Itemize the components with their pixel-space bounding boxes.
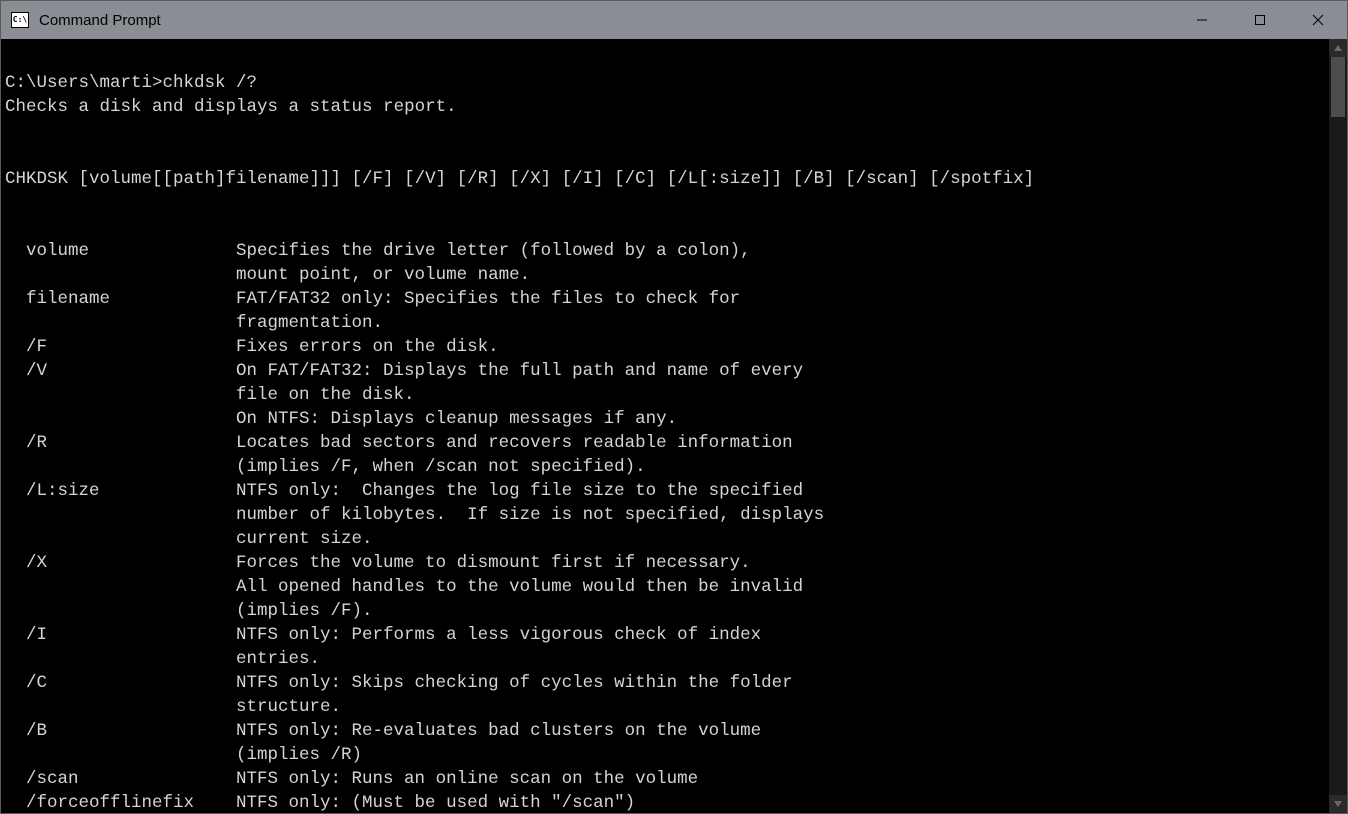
option-row: fragmentation. <box>5 311 1329 335</box>
maximize-button[interactable] <box>1231 1 1289 39</box>
option-desc: NTFS only: Skips checking of cycles with… <box>236 671 1329 695</box>
prompt-line: C:\Users\marti>chkdsk /? <box>5 73 257 93</box>
cmd-icon: C:\ <box>11 12 29 28</box>
option-key: /forceofflinefix <box>5 791 236 813</box>
syntax-line: CHKDSK [volume[[path]filename]]] [/F] [/… <box>5 169 1034 189</box>
option-desc: (implies /R) <box>236 743 1329 767</box>
option-row: entries. <box>5 647 1329 671</box>
option-desc: FAT/FAT32 only: Specifies the files to c… <box>236 287 1329 311</box>
option-row: /FFixes errors on the disk. <box>5 335 1329 359</box>
option-key: volume <box>5 239 236 263</box>
option-row: mount point, or volume name. <box>5 263 1329 287</box>
option-key <box>5 695 236 719</box>
option-desc: file on the disk. <box>236 383 1329 407</box>
minimize-button[interactable] <box>1173 1 1231 39</box>
summary-line: Checks a disk and displays a status repo… <box>5 97 457 117</box>
option-desc: Locates bad sectors and recovers readabl… <box>236 431 1329 455</box>
option-desc: On FAT/FAT32: Displays the full path and… <box>236 359 1329 383</box>
options-list: volumeSpecifies the drive letter (follow… <box>5 239 1329 813</box>
window-title: Command Prompt <box>39 12 1173 29</box>
option-row: structure. <box>5 695 1329 719</box>
option-row: volumeSpecifies the drive letter (follow… <box>5 239 1329 263</box>
option-key: filename <box>5 287 236 311</box>
option-desc: mount point, or volume name. <box>236 263 1329 287</box>
option-key <box>5 575 236 599</box>
terminal-output[interactable]: C:\Users\marti>chkdsk /? Checks a disk a… <box>1 39 1329 813</box>
scroll-up-arrow-icon[interactable] <box>1329 39 1347 57</box>
option-key: /I <box>5 623 236 647</box>
option-desc: NTFS only: Changes the log file size to … <box>236 479 1329 503</box>
option-key <box>5 527 236 551</box>
option-row: /BNTFS only: Re-evaluates bad clusters o… <box>5 719 1329 743</box>
titlebar[interactable]: C:\ Command Prompt <box>1 1 1347 39</box>
option-row: /VOn FAT/FAT32: Displays the full path a… <box>5 359 1329 383</box>
option-row: (implies /R) <box>5 743 1329 767</box>
option-desc: On NTFS: Displays cleanup messages if an… <box>236 407 1329 431</box>
option-row: /INTFS only: Performs a less vigorous ch… <box>5 623 1329 647</box>
option-desc: Fixes errors on the disk. <box>236 335 1329 359</box>
option-desc: number of kilobytes. If size is not spec… <box>236 503 1329 527</box>
option-desc: structure. <box>236 695 1329 719</box>
option-key <box>5 311 236 335</box>
close-button[interactable] <box>1289 1 1347 39</box>
option-key <box>5 455 236 479</box>
option-key: /F <box>5 335 236 359</box>
option-key <box>5 503 236 527</box>
option-row: number of kilobytes. If size is not spec… <box>5 503 1329 527</box>
option-row: /scanNTFS only: Runs an online scan on t… <box>5 767 1329 791</box>
client-area: C:\Users\marti>chkdsk /? Checks a disk a… <box>1 39 1347 813</box>
option-key <box>5 599 236 623</box>
option-row: file on the disk. <box>5 383 1329 407</box>
option-key: /V <box>5 359 236 383</box>
command-prompt-window: C:\ Command Prompt C:\Users\marti>chkdsk… <box>0 0 1348 814</box>
option-row: All opened handles to the volume would t… <box>5 575 1329 599</box>
option-key: /X <box>5 551 236 575</box>
option-key <box>5 407 236 431</box>
window-controls <box>1173 1 1347 39</box>
option-desc: NTFS only: Re-evaluates bad clusters on … <box>236 719 1329 743</box>
option-row: (implies /F, when /scan not specified). <box>5 455 1329 479</box>
option-row: On NTFS: Displays cleanup messages if an… <box>5 407 1329 431</box>
option-desc: Forces the volume to dismount first if n… <box>236 551 1329 575</box>
option-key: /scan <box>5 767 236 791</box>
option-row: /forceofflinefixNTFS only: (Must be used… <box>5 791 1329 813</box>
option-row: /RLocates bad sectors and recovers reada… <box>5 431 1329 455</box>
option-desc: NTFS only: Runs an online scan on the vo… <box>236 767 1329 791</box>
option-key: /L:size <box>5 479 236 503</box>
option-row: (implies /F). <box>5 599 1329 623</box>
option-key: /C <box>5 671 236 695</box>
scroll-thumb[interactable] <box>1331 57 1345 117</box>
option-row: current size. <box>5 527 1329 551</box>
option-key <box>5 383 236 407</box>
option-desc: fragmentation. <box>236 311 1329 335</box>
option-desc: Specifies the drive letter (followed by … <box>236 239 1329 263</box>
option-key <box>5 263 236 287</box>
option-desc: (implies /F). <box>236 599 1329 623</box>
option-key: /R <box>5 431 236 455</box>
option-desc: NTFS only: (Must be used with "/scan") <box>236 791 1329 813</box>
option-row: filenameFAT/FAT32 only: Specifies the fi… <box>5 287 1329 311</box>
option-desc: entries. <box>236 647 1329 671</box>
scroll-down-arrow-icon[interactable] <box>1329 795 1347 813</box>
option-desc: (implies /F, when /scan not specified). <box>236 455 1329 479</box>
option-desc: All opened handles to the volume would t… <box>236 575 1329 599</box>
option-key: /B <box>5 719 236 743</box>
option-row: /XForces the volume to dismount first if… <box>5 551 1329 575</box>
option-row: /CNTFS only: Skips checking of cycles wi… <box>5 671 1329 695</box>
option-key <box>5 647 236 671</box>
option-key <box>5 743 236 767</box>
option-desc: current size. <box>236 527 1329 551</box>
option-row: /L:sizeNTFS only: Changes the log file s… <box>5 479 1329 503</box>
vertical-scrollbar[interactable] <box>1329 39 1347 813</box>
option-desc: NTFS only: Performs a less vigorous chec… <box>236 623 1329 647</box>
